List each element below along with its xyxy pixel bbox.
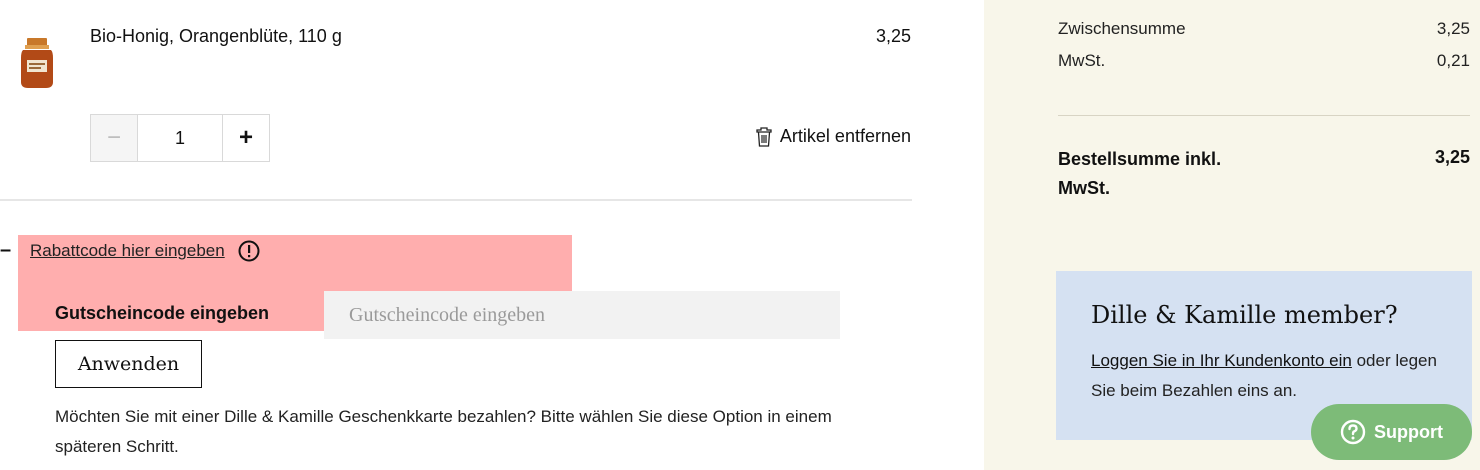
coupon-input[interactable] [324,291,840,339]
decrease-quantity-button[interactable]: − [91,115,137,161]
tax-row: MwSt. 0,21 [1058,51,1470,71]
honey-jar-icon[interactable] [18,36,56,90]
product-name[interactable]: Bio-Honig, Orangenblüte, 110 g [90,26,342,47]
product-price: 3,25 [875,26,911,46]
quantity-input[interactable] [137,115,223,161]
discount-code-link[interactable]: Rabattcode hier eingeben [30,241,225,261]
total-value: 3,25 [1434,147,1470,167]
subtotal-label: Zwischensumme [1058,19,1186,38]
subtotal-row: Zwischensumme 3,25 [1058,19,1470,39]
login-link[interactable]: Loggen Sie in Ihr Kundenkonto ein [1091,351,1352,370]
coupon-label: Gutscheincode eingeben [55,303,270,323]
member-title: Dille & Kamille member? [1091,301,1398,329]
member-text: Loggen Sie in Ihr Kundenkonto ein oder l… [1091,346,1441,406]
remove-item-button[interactable]: Artikel entfernen [756,126,911,147]
remove-item-label: Artikel entfernen [779,126,911,146]
collapse-toggle-icon[interactable]: – [0,239,11,262]
tax-label: MwSt. [1058,51,1106,70]
tax-value: 0,21 [1436,51,1470,70]
section-divider [0,199,912,201]
subtotal-value: 3,25 [1436,19,1470,38]
quantity-stepper: − + [90,114,270,162]
giftcard-note: Möchten Sie mit einer Dille & Kamille Ge… [55,407,832,456]
support-button[interactable]: Support [1311,404,1472,460]
question-circle-icon [1340,419,1366,445]
trash-icon [756,126,772,147]
total-label: Bestellsumme inkl. MwSt. [1058,149,1222,198]
apply-coupon-button[interactable]: Anwenden [55,340,202,388]
summary-divider [1058,115,1470,116]
support-label: Support [1374,421,1443,442]
info-alert-icon[interactable] [238,240,260,262]
increase-quantity-button[interactable]: + [223,115,269,161]
